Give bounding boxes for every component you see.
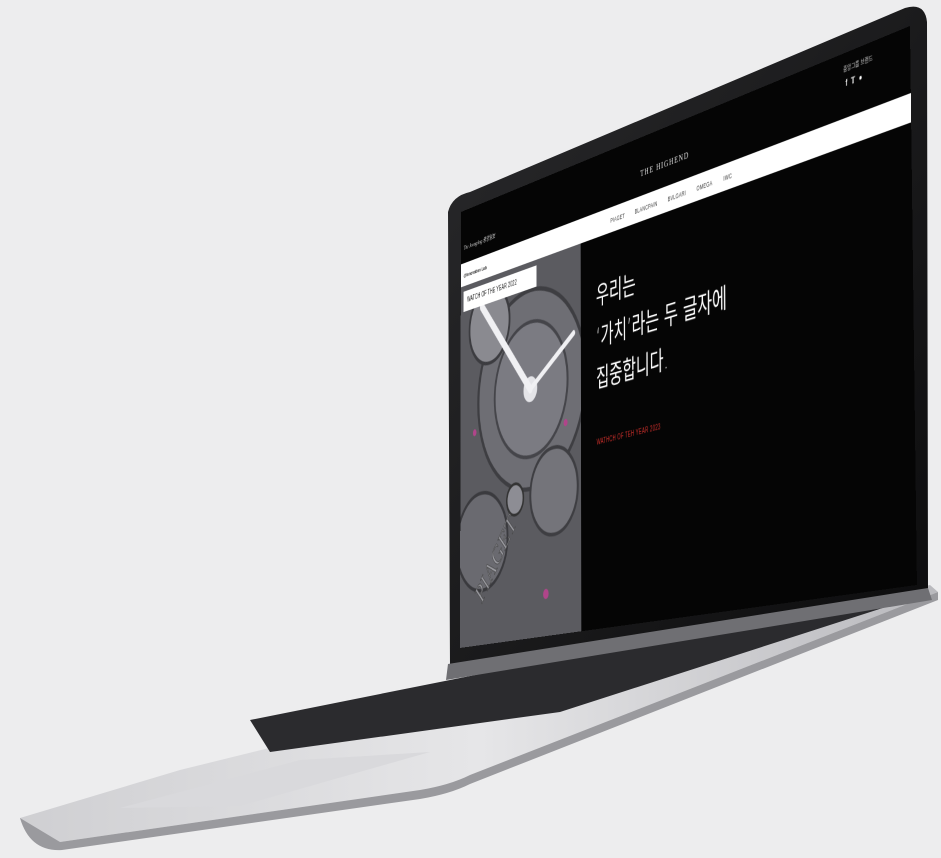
facebook-icon[interactable]: f — [845, 79, 847, 89]
innovation-lab-label[interactable]: @Innovation Lab — [464, 264, 487, 279]
hero-headline: 우리는 ‘가치’라는 두 글자에 집중합니다. — [596, 210, 790, 400]
partner-logo[interactable]: The JoongAng 중앙일보 — [464, 231, 495, 252]
group-brand-link[interactable]: 중앙그룹 브랜드 — [843, 53, 873, 74]
watch-movement-image: PIAGET WATCH OF THE YEAR 2022 — [460, 243, 581, 648]
nav-item[interactable]: PIAGET — [610, 212, 624, 225]
nav-item[interactable]: IWC — [723, 171, 732, 182]
nav-item[interactable]: BLANCPAIN — [635, 199, 658, 215]
twitter-icon[interactable]: 𝕋 — [851, 76, 855, 87]
site-logo[interactable]: THE HIGHEND — [638, 147, 692, 180]
nav-item[interactable]: OMEGA — [697, 179, 713, 193]
social-links: f 𝕋 ● — [845, 73, 862, 89]
hero-subheadline[interactable]: WATHCH OF TEH YEAR 2023 — [597, 423, 661, 447]
product-mockup: The JoongAng 중앙일보 THE HIGHEND 중앙그룹 브랜드 f… — [0, 0, 941, 858]
kakao-icon[interactable]: ● — [859, 73, 862, 84]
nav-item[interactable]: BVLGARI — [668, 189, 686, 203]
